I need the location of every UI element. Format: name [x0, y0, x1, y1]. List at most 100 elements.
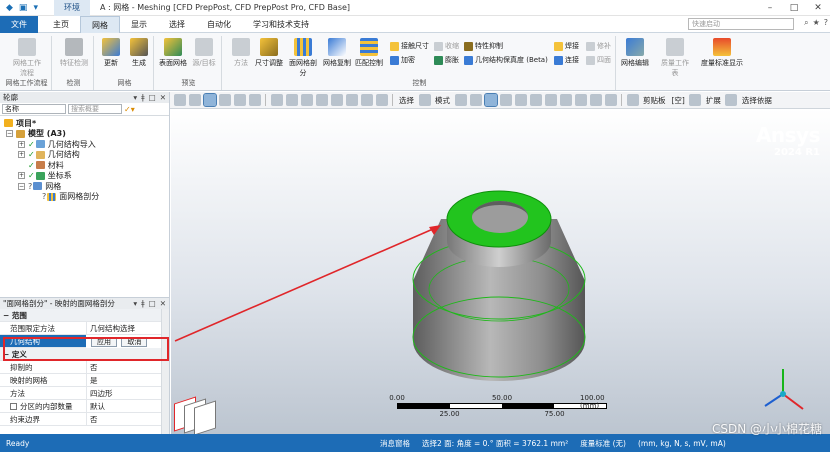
tetra-button[interactable]: 四面	[586, 55, 611, 65]
close-icon[interactable]: ✕	[160, 298, 166, 309]
generate-button[interactable]: 生成	[124, 38, 154, 68]
expand-icon[interactable]: +	[18, 172, 25, 180]
restore-icon[interactable]: □	[149, 92, 156, 103]
repair-button[interactable]: 修补	[586, 41, 611, 51]
details-row-suppressed[interactable]: 抑制的 否	[0, 360, 169, 374]
next-view-icon[interactable]	[360, 94, 373, 106]
tree-node-face-meshing[interactable]: ? 面网格剖分	[4, 192, 169, 203]
zoom-in-icon[interactable]	[173, 94, 186, 106]
dropdown-icon[interactable]: ▾	[33, 3, 38, 13]
look-at-icon[interactable]	[248, 94, 261, 106]
tab-home[interactable]: 主页	[42, 16, 80, 33]
surface-mesh-button[interactable]: 表面网格	[158, 38, 188, 68]
pushpin-icon[interactable]: ǂ	[141, 92, 144, 103]
previous-view-icon[interactable]	[345, 94, 358, 106]
element-select-icon[interactable]	[544, 94, 557, 106]
tab-file[interactable]: 文件	[0, 15, 38, 33]
sizing-button[interactable]: 尺寸调整	[254, 38, 284, 68]
body-select-icon[interactable]	[499, 94, 512, 106]
clipboard-icon[interactable]	[626, 94, 639, 106]
restore-icon[interactable]: □	[149, 298, 156, 309]
pinch-button[interactable]: 特性抑制	[464, 41, 503, 51]
contact-sizing-button[interactable]: 接触尺寸	[390, 41, 429, 51]
minimize-button[interactable]: –	[758, 0, 782, 16]
mesh-copy-button[interactable]: 网格复制	[322, 38, 352, 68]
close-button[interactable]: ✕	[806, 0, 830, 16]
edge-select-icon[interactable]	[469, 94, 482, 106]
collapse-icon[interactable]: −	[18, 182, 25, 190]
pan-icon[interactable]	[218, 94, 231, 106]
update-button[interactable]: 更新	[96, 38, 126, 68]
face-meshing-button[interactable]: 面网格剖分	[286, 38, 320, 78]
weld-button[interactable]: 焊接	[554, 41, 579, 51]
method-button[interactable]: 方法	[226, 38, 256, 68]
tree-node-geometry[interactable]: + ✓ 几何结构	[4, 150, 169, 161]
units-indicator[interactable]: (mm, kg, N, s, mV, mA)	[638, 439, 726, 448]
tree-node-project[interactable]: 项目*	[4, 118, 169, 129]
messages-pane-link[interactable]: 消息窗格	[380, 438, 410, 449]
zoom-area-icon[interactable]	[315, 94, 328, 106]
quality-worksheet-button[interactable]: 质量工作表	[658, 38, 692, 78]
context-tab-environment[interactable]: 环境	[53, 0, 90, 16]
vertex-select-icon[interactable]	[454, 94, 467, 106]
orbit-icon[interactable]	[270, 94, 283, 106]
face-select-icon[interactable]	[483, 93, 498, 107]
model-view[interactable]	[171, 109, 830, 434]
source-target-button[interactable]: 源/目标	[189, 38, 219, 68]
mesh-edit-button[interactable]: 网格编辑	[620, 38, 650, 68]
pin-icon[interactable]: ▾	[133, 298, 137, 309]
select-label[interactable]: 选择	[399, 95, 414, 106]
graphics-viewport[interactable]: Ansys 2024 R1 0.00 50.00 100.00 (mm) 25.…	[171, 109, 830, 434]
zoom-selection-icon[interactable]	[330, 94, 343, 106]
mode-dropdown[interactable]: 模式	[435, 95, 450, 106]
tree-node-coordinate-systems[interactable]: + ✓ 坐标系	[4, 171, 169, 182]
select-by-icon[interactable]	[725, 94, 738, 106]
tree-node-geometry-import[interactable]: + ✓ 几何结构导入	[4, 139, 169, 150]
close-icon[interactable]: ✕	[160, 92, 166, 103]
quick-launch-input[interactable]: 快速启动	[688, 18, 794, 30]
graphics-thumbnails[interactable]	[172, 396, 222, 436]
details-row-mapped-mesh[interactable]: 映射的网格 是	[0, 373, 169, 387]
details-row-constrain-boundary[interactable]: 约束边界 否	[0, 412, 169, 426]
element-body-select-icon[interactable]	[559, 94, 572, 106]
expand-dropdown[interactable]: 扩展	[706, 95, 721, 106]
clipboard-dropdown[interactable]: 剪贴板	[643, 95, 666, 106]
mesh-workflow-button[interactable]: 网格工作流程	[12, 38, 42, 78]
filter-type-select[interactable]: 名称	[2, 104, 66, 114]
shrink-button[interactable]: 收缩	[434, 41, 459, 51]
pin-icon[interactable]: ▾	[133, 92, 137, 103]
checkbox[interactable]	[10, 403, 17, 410]
geometry-fidelity-button[interactable]: 几何结构保真度 (Beta)	[464, 55, 548, 65]
select-by-dropdown[interactable]: 选择依据	[742, 95, 772, 106]
feature-detect-button[interactable]: 特征检测	[59, 38, 89, 68]
node-select-icon[interactable]	[514, 94, 527, 106]
match-control-button[interactable]: 匹配控制	[354, 38, 384, 68]
expand-icon[interactable]: +	[18, 151, 25, 159]
expand-icon[interactable]	[689, 94, 702, 106]
help-icon[interactable]: ?	[824, 18, 828, 28]
tree-node-mesh[interactable]: − ? 网格	[4, 181, 169, 192]
rotate-icon[interactable]	[233, 94, 246, 106]
maximize-button[interactable]: □	[782, 0, 806, 16]
outline-search-input[interactable]: 搜索概要	[68, 104, 122, 114]
details-row-internal-divisions[interactable]: 分区的内部数量 默认	[0, 399, 169, 413]
pushpin-icon[interactable]: ǂ	[141, 298, 144, 309]
tab-display[interactable]: 显示	[120, 16, 158, 33]
zoom-out-icon[interactable]	[188, 94, 201, 106]
tab-learning[interactable]: 学习和技术支持	[242, 16, 320, 33]
zoom-box-icon[interactable]	[285, 94, 298, 106]
iso-view-icon[interactable]	[375, 94, 388, 106]
inflation-button[interactable]: 膨胀	[434, 55, 459, 65]
filter-icon[interactable]: ✓▾	[124, 105, 135, 114]
element-face-select-icon[interactable]	[529, 94, 542, 106]
save-icon[interactable]: ▣	[19, 3, 28, 13]
connect-button[interactable]: 连接	[554, 55, 579, 65]
details-scrollbar[interactable]	[161, 309, 169, 434]
select-all-icon[interactable]	[604, 94, 617, 106]
expand-icon[interactable]: +	[18, 140, 25, 148]
collapse-icon[interactable]: −	[6, 130, 13, 138]
extend-adjacent-icon[interactable]	[574, 94, 587, 106]
search-icon[interactable]: ⌕	[804, 18, 808, 28]
extend-limits-icon[interactable]	[589, 94, 602, 106]
view-cube-icon[interactable]	[202, 93, 217, 107]
